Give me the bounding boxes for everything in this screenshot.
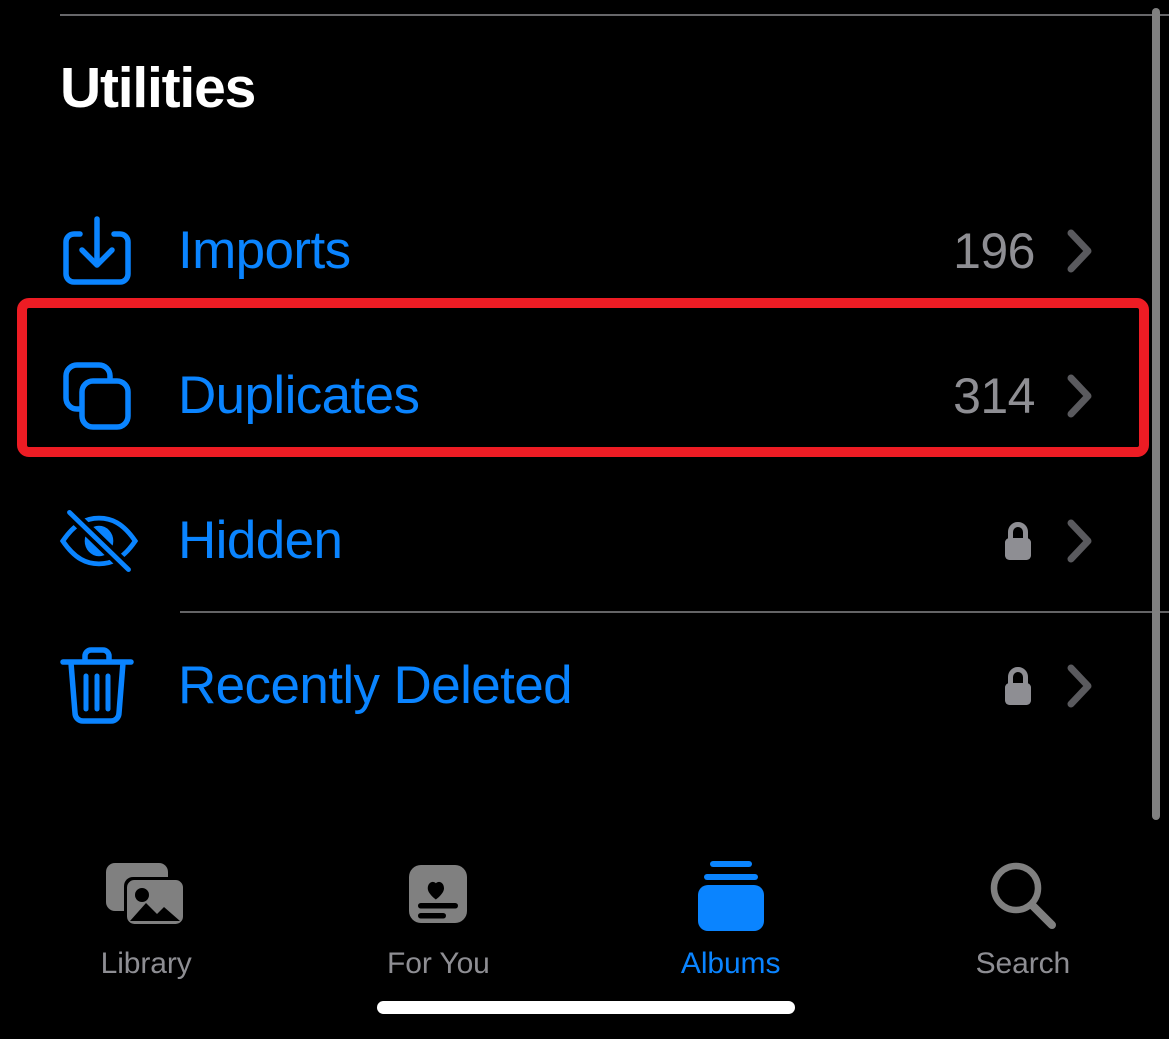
duplicate-squares-icon bbox=[58, 355, 140, 437]
chevron-right-icon bbox=[1063, 518, 1097, 564]
list-item-count: 196 bbox=[953, 222, 1035, 279]
trash-icon bbox=[58, 645, 140, 727]
tab-library[interactable]: Library bbox=[0, 853, 292, 981]
photo-stack-icon bbox=[100, 853, 192, 939]
chevron-right-icon bbox=[1063, 663, 1097, 709]
tab-label: For You bbox=[387, 947, 490, 980]
list-item-label: Recently Deleted bbox=[178, 656, 573, 715]
albums-stack-icon bbox=[690, 853, 772, 939]
tab-for-you[interactable]: For You bbox=[292, 853, 584, 981]
page-title: Utilities bbox=[60, 56, 256, 120]
list-item-recently-deleted[interactable]: Recently Deleted bbox=[0, 613, 1169, 758]
home-indicator[interactable] bbox=[377, 1001, 795, 1014]
list-item-count: 314 bbox=[953, 367, 1035, 424]
list-item-hidden[interactable]: Hidden bbox=[0, 468, 1169, 613]
list-item-duplicates[interactable]: Duplicates 314 bbox=[0, 323, 1169, 468]
scrollbar[interactable] bbox=[1152, 8, 1160, 820]
tab-search[interactable]: Search bbox=[877, 853, 1169, 981]
eye-slash-icon bbox=[58, 500, 140, 582]
heart-card-icon bbox=[401, 853, 475, 939]
list-item-label: Imports bbox=[178, 221, 351, 280]
tab-albums[interactable]: Albums bbox=[585, 853, 877, 981]
photos-utilities-screen: Utilities Imports 196 Duplicates 314 Hid… bbox=[0, 0, 1169, 1039]
utilities-list: Imports 196 Duplicates 314 Hidden Recent… bbox=[0, 178, 1169, 758]
chevron-right-icon bbox=[1063, 373, 1097, 419]
scrollbar-thumb[interactable] bbox=[1152, 8, 1160, 820]
tab-label: Library bbox=[100, 947, 192, 980]
list-item-label: Duplicates bbox=[178, 366, 420, 425]
top-separator bbox=[60, 14, 1169, 16]
list-item-imports[interactable]: Imports 196 bbox=[0, 178, 1169, 323]
magnifier-icon bbox=[985, 853, 1061, 939]
lock-icon bbox=[1001, 664, 1035, 708]
tab-label: Albums bbox=[680, 947, 781, 980]
chevron-right-icon bbox=[1063, 228, 1097, 274]
lock-icon bbox=[1001, 519, 1035, 563]
tab-label: Search bbox=[975, 947, 1071, 980]
tray-arrow-down-icon bbox=[58, 210, 140, 292]
list-item-label: Hidden bbox=[178, 511, 343, 570]
